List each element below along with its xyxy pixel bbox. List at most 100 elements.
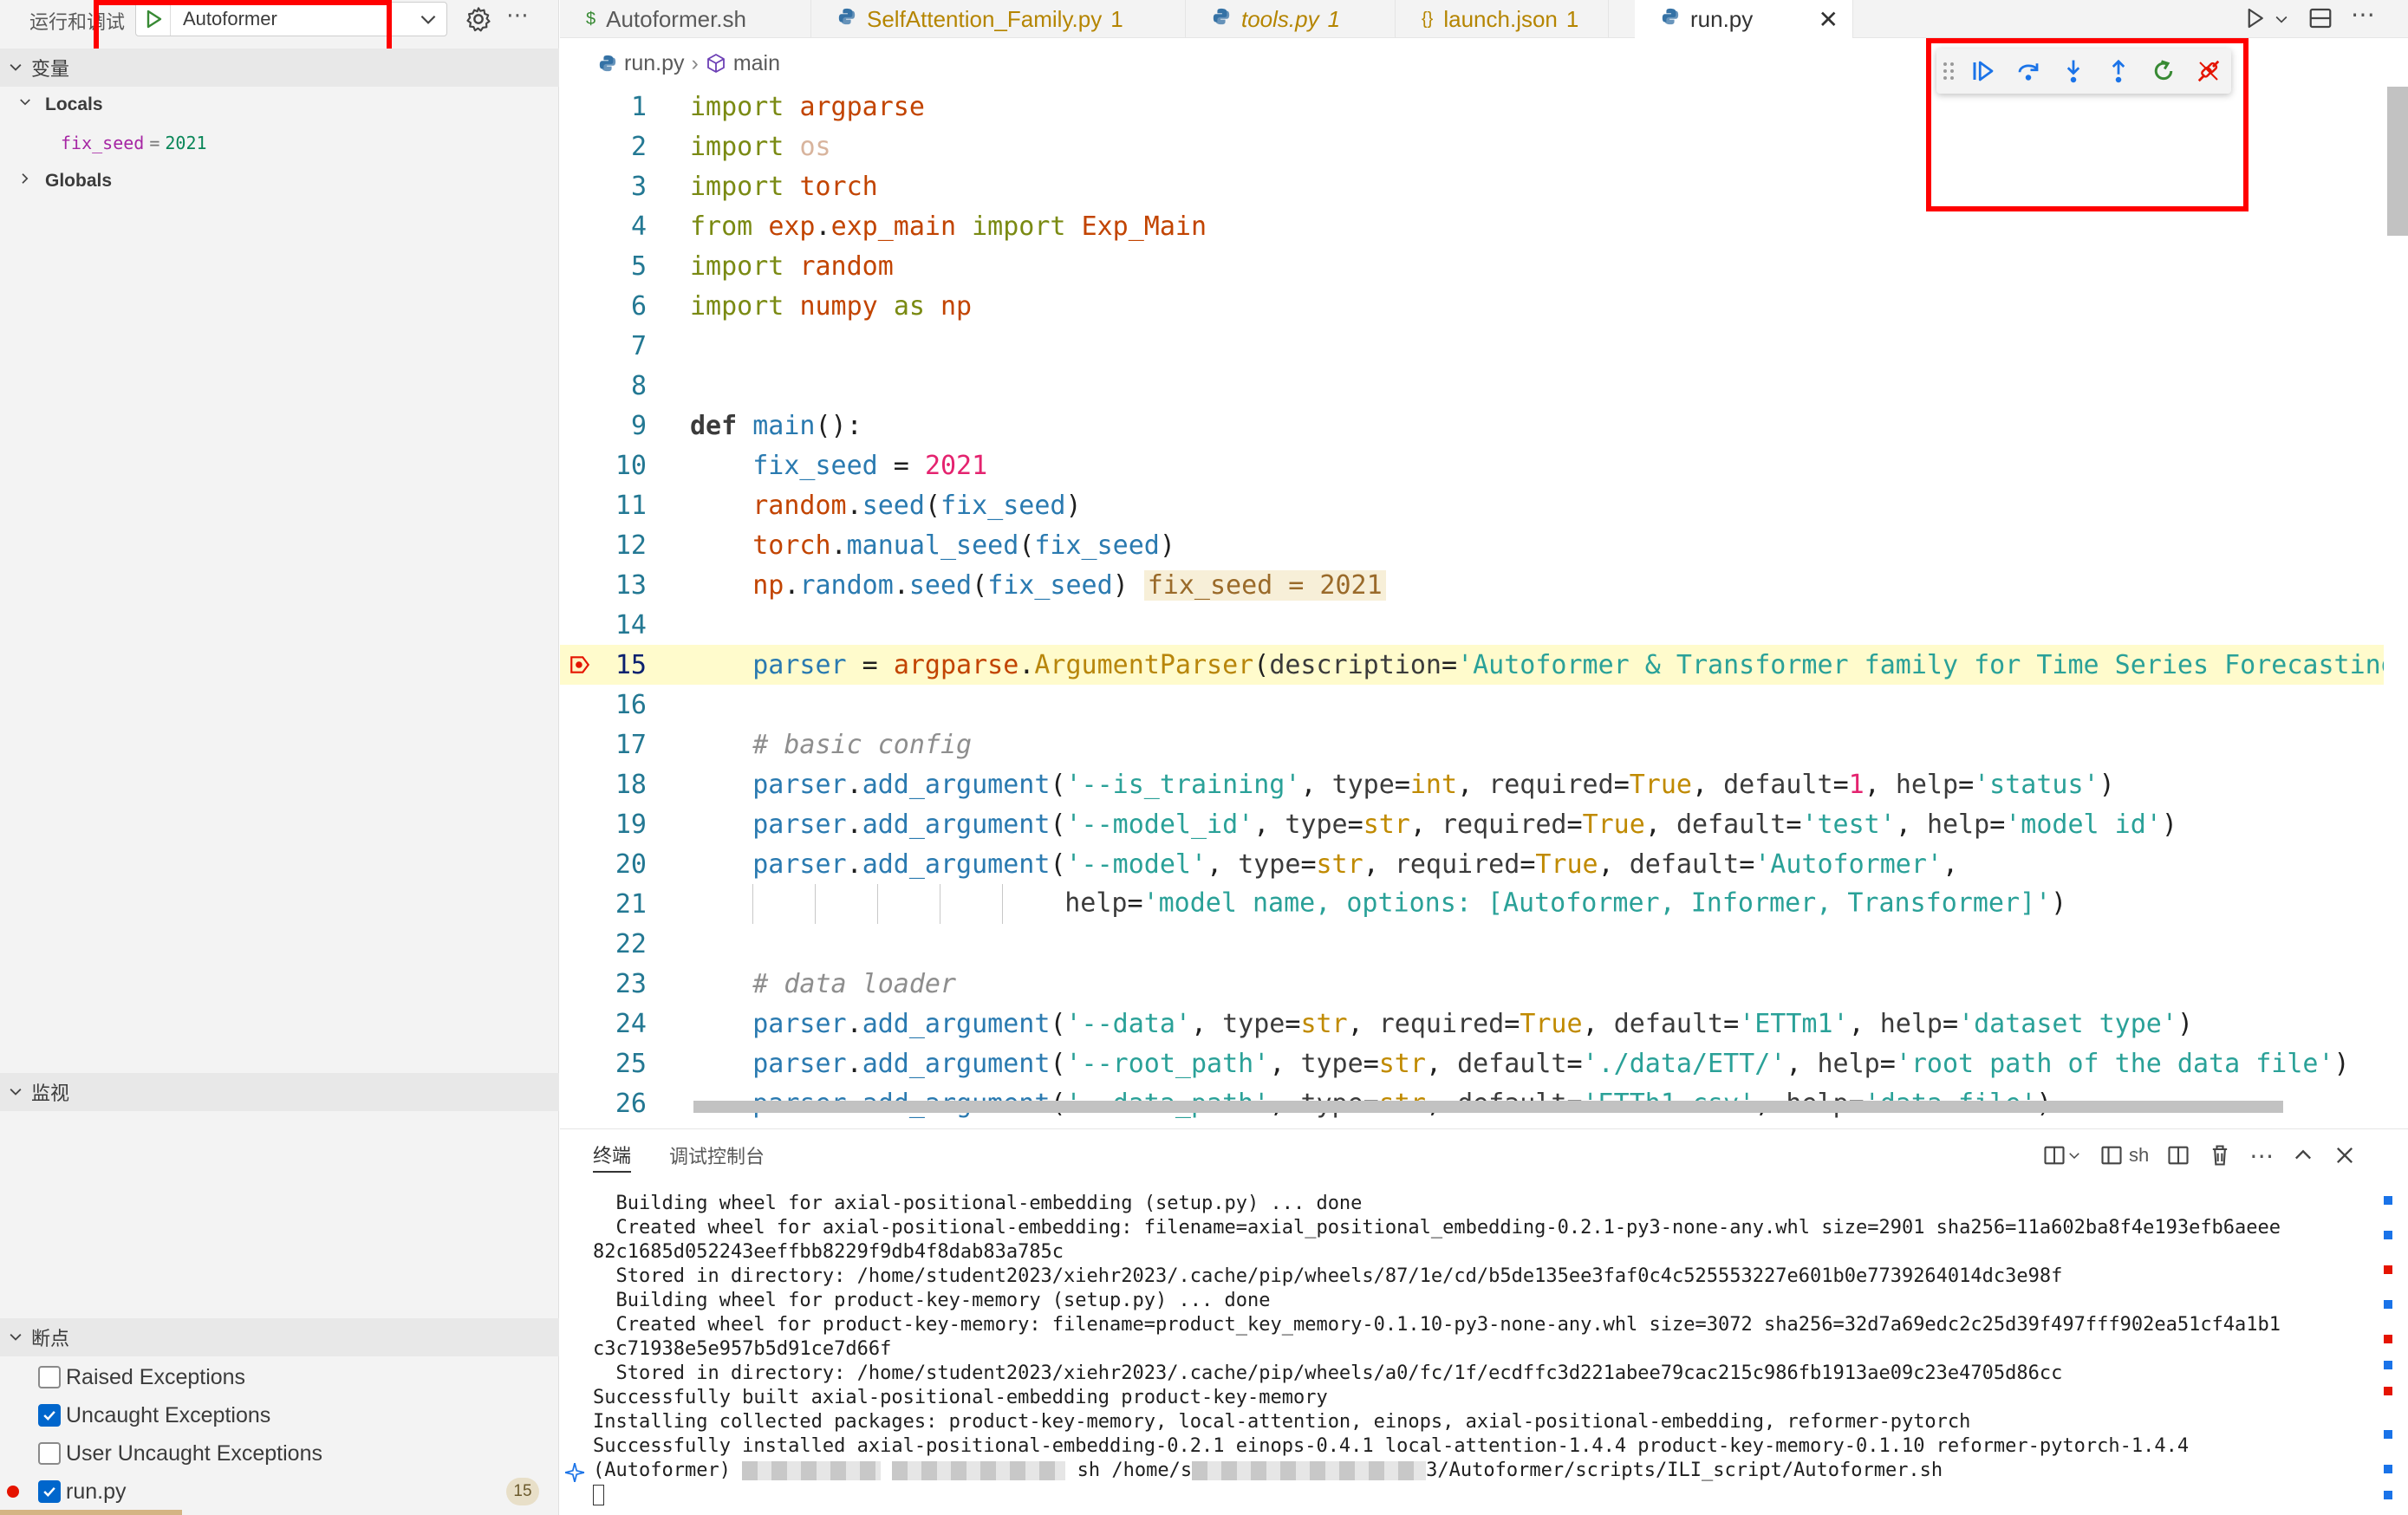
debug-toolbar — [1936, 49, 2231, 94]
tab-launch-json[interactable]: {} launch.json 1 — [1396, 0, 1609, 38]
chevron-down-icon[interactable] — [417, 8, 439, 30]
chevron-up-icon — [2295, 1149, 2312, 1160]
code-editor[interactable]: 1 import argparse 2 import os 3 import torc… — [560, 87, 2384, 1123]
tab-label: SelfAttention_Family.py — [867, 5, 1103, 32]
python-icon — [1212, 7, 1231, 31]
inline-debug-value: fix_seed = 2021 — [1143, 569, 1386, 601]
prompt-path: 3/Autoformer/scripts/ILI_script/Autoform… — [1426, 1460, 1943, 1481]
editor-horizontal-scrollbar[interactable] — [693, 1101, 2283, 1113]
code-line: 11 random.seed(fix_seed) — [560, 485, 2384, 525]
line-number: 3 — [630, 171, 647, 202]
chevron-down-icon — [20, 99, 30, 106]
restart-button[interactable] — [2141, 52, 2186, 90]
globals-scope[interactable]: Globals — [17, 162, 112, 200]
breakpoint-label: run.py — [66, 1479, 127, 1504]
line-number: 20 — [615, 849, 647, 880]
line-number: 9 — [630, 410, 647, 441]
gear-icon[interactable] — [465, 5, 492, 33]
terminal-scroll-markers — [2384, 1179, 2396, 1508]
terminal-line: Successfully installed axial-positional-… — [593, 1435, 2190, 1457]
breakpoint-raised-exceptions[interactable]: Raised Exceptions — [0, 1358, 559, 1396]
tab-debug-console[interactable]: 调试控制台 — [669, 1138, 765, 1173]
breakpoint-uncaught-exceptions[interactable]: Uncaught Exceptions — [0, 1396, 559, 1434]
tab-terminal[interactable]: 终端 — [593, 1138, 632, 1173]
code-line: 21 help='model name, options: [Autoforme… — [560, 884, 2384, 924]
breakpoint-run-py[interactable]: run.py 15 — [0, 1473, 559, 1511]
prompt-command: sh /home/s — [1065, 1460, 1193, 1481]
terminal-output[interactable]: Building wheel for axial-positional-embe… — [593, 1192, 2379, 1512]
breakpoint-user-uncaught-exceptions[interactable]: User Uncaught Exceptions — [0, 1434, 559, 1473]
variable-eq: = — [149, 133, 160, 153]
split-terminal-button[interactable] — [2166, 1143, 2190, 1167]
maximize-panel-button[interactable] — [2291, 1143, 2315, 1167]
line-number: 25 — [615, 1048, 647, 1079]
watch-section-header[interactable]: 监视 — [0, 1073, 559, 1111]
close-panel-button[interactable] — [2333, 1143, 2357, 1167]
breakpoints-section-header[interactable]: 断点 — [0, 1318, 559, 1356]
breadcrumb: run.py › main — [598, 49, 780, 78]
breakpoint-label: User Uncaught Exceptions — [66, 1440, 322, 1466]
code-line: 9 def main(): — [560, 406, 2384, 445]
uncaught-exceptions-checkbox[interactable] — [38, 1404, 61, 1427]
locals-scope[interactable]: Locals — [17, 86, 103, 124]
new-terminal-button[interactable] — [2042, 1143, 2082, 1167]
run-py-breakpoint-checkbox[interactable] — [38, 1480, 61, 1503]
user-uncaught-exceptions-checkbox[interactable] — [38, 1442, 61, 1465]
code-line: 25 parser.add_argument('--root_path', ty… — [560, 1044, 2384, 1083]
breakpoint-dot-icon — [7, 1486, 19, 1498]
breadcrumb-symbol[interactable]: main — [733, 51, 780, 76]
kill-terminal-button[interactable] — [2208, 1143, 2232, 1167]
disconnect-button[interactable] — [2186, 52, 2231, 90]
tab-label: run.py — [1690, 5, 1754, 32]
more-actions-icon[interactable]: ⋯ — [2351, 0, 2376, 29]
check-icon — [43, 1410, 55, 1421]
close-icon[interactable]: ✕ — [1819, 5, 1839, 34]
start-debugging-button[interactable] — [136, 3, 171, 36]
more-actions-icon[interactable]: ⋯ — [506, 2, 530, 29]
breadcrumb-file[interactable]: run.py — [624, 51, 684, 76]
python-icon — [837, 7, 856, 31]
raised-exceptions-checkbox[interactable] — [38, 1366, 61, 1388]
editor-vertical-scrollbar[interactable] — [2387, 87, 2408, 236]
code-line: 20 parser.add_argument('--model', type=s… — [560, 844, 2384, 884]
split-editor-icon[interactable] — [2307, 5, 2333, 31]
tab-autoformer-sh[interactable]: $ Autoformer.sh — [560, 0, 811, 38]
variable-row[interactable]: fix_seed = 2021 — [61, 124, 207, 162]
terminal-line: Stored in directory: /home/student2023/x… — [593, 1265, 2063, 1287]
redacted-text — [742, 1461, 882, 1480]
step-over-button[interactable] — [2006, 52, 2051, 90]
line-number: 14 — [615, 609, 647, 640]
disconnect-icon — [2197, 60, 2220, 82]
panel-actions: sh ⋯ — [2042, 1138, 2374, 1173]
shell-label: sh — [2129, 1144, 2150, 1166]
shell-icon: $ — [586, 9, 596, 29]
terminal-line: Created wheel for axial-positional-embed… — [593, 1217, 2281, 1239]
more-actions-icon[interactable]: ⋯ — [2249, 1141, 2274, 1170]
chevron-down-icon[interactable] — [2273, 10, 2290, 28]
split-terminal-icon — [2044, 1146, 2065, 1165]
step-out-button[interactable] — [2096, 52, 2141, 90]
sparkle-icon[interactable] — [563, 1461, 586, 1484]
python-icon — [1661, 7, 1680, 31]
terminal-shell-selector[interactable]: sh — [2099, 1143, 2149, 1167]
code-line: 8 — [560, 366, 2384, 406]
debug-config-select[interactable]: Autoformer — [135, 2, 447, 36]
run-debug-header: 运行和调试 Autoformer ⋯ — [0, 0, 559, 38]
run-file-icon[interactable] — [2242, 5, 2268, 31]
drag-handle-icon[interactable] — [1936, 60, 1961, 82]
line-number: 7 — [630, 330, 647, 361]
restart-icon — [2154, 60, 2173, 81]
debug-sidebar: 运行和调试 Autoformer ⋯ 变量 Locals fix_seed = … — [0, 0, 559, 1515]
breadcrumb-separator: › — [691, 50, 699, 75]
variables-section-header[interactable]: 变量 — [0, 49, 559, 87]
step-over-icon — [2018, 63, 2039, 81]
code-line: 12 torch.manual_seed(fix_seed) — [560, 525, 2384, 565]
terminal-cursor — [593, 1485, 604, 1505]
line-number: 18 — [615, 769, 647, 800]
line-number: 19 — [615, 809, 647, 840]
tab-run-py[interactable]: run.py ✕ — [1635, 0, 1853, 38]
step-into-button[interactable] — [2051, 52, 2096, 90]
continue-button[interactable] — [1961, 52, 2006, 90]
tab-selfattention-family[interactable]: SelfAttention_Family.py 1 — [811, 0, 1186, 38]
tab-tools-py[interactable]: tools.py 1 — [1186, 0, 1396, 38]
